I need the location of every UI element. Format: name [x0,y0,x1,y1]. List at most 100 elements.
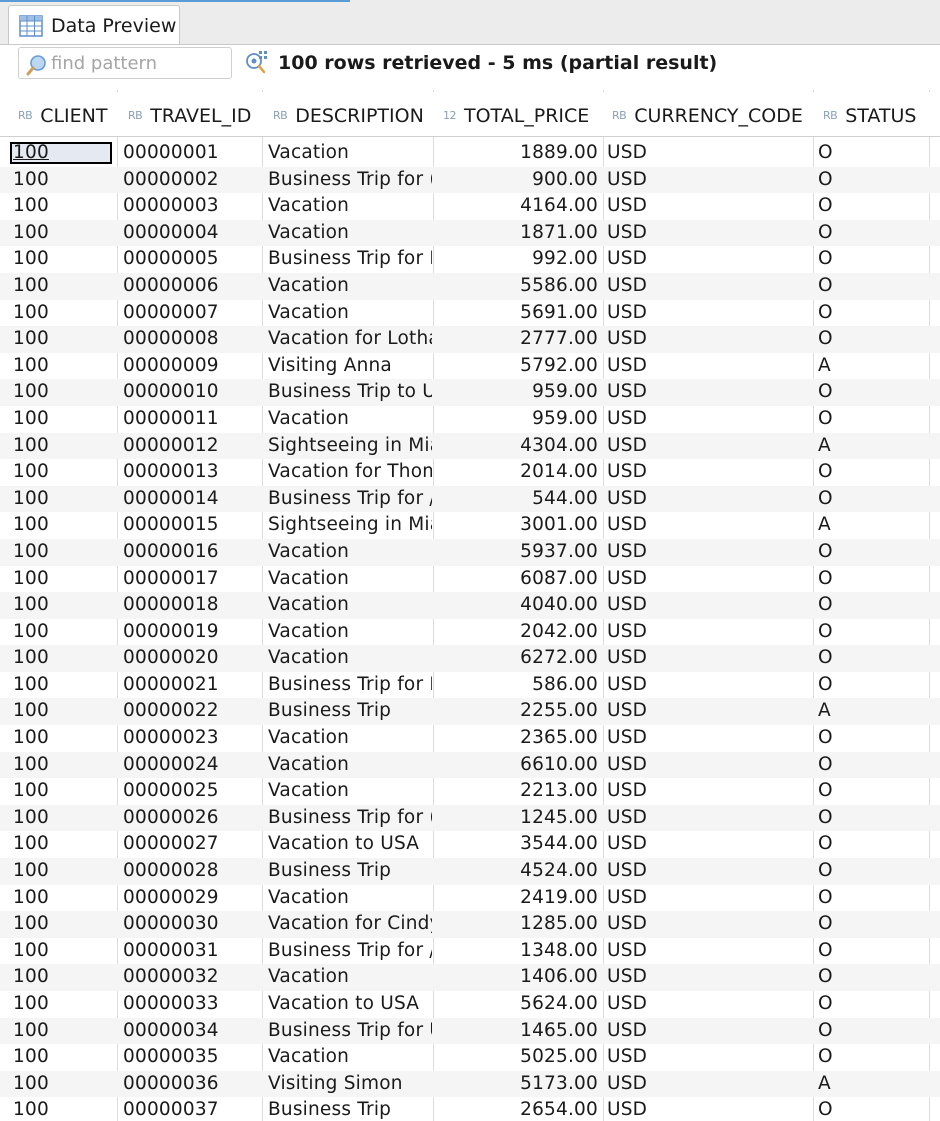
cell-client[interactable]: 100 [13,1097,113,1121]
cell-currency-code[interactable]: USD [607,885,812,912]
cell-currency-code[interactable]: USD [607,167,812,194]
cell-travel-id[interactable]: 00000030 [123,911,261,938]
find-pattern-field[interactable] [18,47,232,79]
cell-travel-id[interactable]: 00000016 [123,539,261,566]
cell-currency-code[interactable]: USD [607,459,812,486]
cell-total-price[interactable]: 1285.00 [440,911,598,938]
cell-status[interactable]: A [818,512,928,539]
cell-client[interactable]: 100 [13,805,113,832]
table-row[interactable]: 100 00000012 Sightseeing in Mia 4304.00 USD A [0,432,940,460]
cell-currency-code[interactable]: USD [607,300,812,327]
cell-currency-code[interactable]: USD [607,1018,812,1045]
cell-currency-code[interactable]: USD [607,991,812,1018]
cell-travel-id[interactable]: 00000024 [123,752,261,779]
cell-currency-code[interactable]: USD [607,406,812,433]
cell-status[interactable]: O [818,140,928,167]
cell-total-price[interactable]: 4524.00 [440,858,598,885]
cell-description[interactable]: Vacation [268,300,432,327]
cell-status[interactable]: O [818,911,928,938]
cell-client[interactable]: 100 [13,193,113,220]
cell-travel-id[interactable]: 00000005 [123,246,261,273]
cell-status[interactable]: O [818,805,928,832]
cell-currency-code[interactable]: USD [607,273,812,300]
cell-description[interactable]: Visiting Simon [268,1071,432,1098]
cell-total-price[interactable]: 1889.00 [440,140,598,167]
cell-client[interactable]: 100 [13,778,113,805]
cell-travel-id[interactable]: 00000012 [123,433,261,460]
cell-total-price[interactable]: 2419.00 [440,885,598,912]
cell-client[interactable]: 100 [13,220,113,247]
cell-client[interactable]: 100 [13,406,113,433]
cell-travel-id[interactable]: 00000034 [123,1018,261,1045]
cell-description[interactable]: Vacation [268,725,432,752]
cell-total-price[interactable]: 959.00 [440,379,598,406]
cell-currency-code[interactable]: USD [607,193,812,220]
cell-total-price[interactable]: 2654.00 [440,1097,598,1121]
cell-currency-code[interactable]: USD [607,353,812,380]
tab-data-preview[interactable]: Data Preview [8,5,180,44]
cell-client[interactable]: 100 [13,619,113,646]
cell-client[interactable]: 100 [13,539,113,566]
cell-client[interactable]: 100 [13,459,113,486]
cell-currency-code[interactable]: USD [607,725,812,752]
cell-travel-id[interactable]: 00000026 [123,805,261,832]
cell-total-price[interactable]: 6272.00 [440,645,598,672]
cell-description[interactable]: Business Trip [268,858,432,885]
table-row[interactable]: 100 00000031 Business Trip for / 1348.00 USD… [0,938,940,965]
cell-status[interactable]: O [818,486,928,513]
cell-client[interactable]: 100 [13,858,113,885]
cell-status[interactable]: O [818,1097,928,1121]
cell-currency-code[interactable]: USD [607,246,812,273]
cell-total-price[interactable]: 1245.00 [440,805,598,832]
cell-total-price[interactable]: 586.00 [440,672,598,699]
cell-currency-code[interactable]: USD [607,698,812,725]
table-row[interactable]: 100 00000010 Business Trip to U 959.00 USD O [0,379,940,406]
table-row[interactable]: 100 00000017 Vacation 6087.00 USD O [0,566,940,593]
cell-description[interactable]: Business Trip for ( [268,805,432,832]
cell-currency-code[interactable]: USD [607,1071,812,1098]
cell-description[interactable]: Vacation [268,619,432,646]
cell-client[interactable]: 100 [13,1018,113,1045]
cell-travel-id[interactable]: 00000018 [123,592,261,619]
cell-currency-code[interactable]: USD [607,778,812,805]
cell-currency-code[interactable]: USD [607,858,812,885]
cell-client[interactable]: 100 [13,512,113,539]
table-row[interactable]: 100 00000033 Vacation to USA 5624.00 USD O [0,991,940,1018]
cell-status[interactable]: O [818,246,928,273]
cell-description[interactable]: Business Trip to U [268,379,432,406]
cell-currency-code[interactable]: USD [607,1044,812,1071]
cell-travel-id[interactable]: 00000033 [123,991,261,1018]
table-row[interactable]: 100 00000027 Vacation to USA 3544.00 USD O [0,831,940,858]
table-row[interactable]: 100 00000019 Vacation 2042.00 USD O [0,619,940,646]
cell-currency-code[interactable]: USD [607,433,812,460]
cell-client[interactable]: 100 [13,911,113,938]
cell-description[interactable]: Business Trip for I [268,672,432,699]
cell-total-price[interactable]: 6087.00 [440,566,598,593]
cell-total-price[interactable]: 5624.00 [440,991,598,1018]
cell-description[interactable]: Vacation [268,752,432,779]
cell-travel-id[interactable]: 00000031 [123,938,261,965]
cell-total-price[interactable]: 5025.00 [440,1044,598,1071]
cell-currency-code[interactable]: USD [607,592,812,619]
cell-travel-id[interactable]: 00000010 [123,379,261,406]
cell-currency-code[interactable]: USD [607,1097,812,1121]
table-row[interactable]: 100 00000032 Vacation 1406.00 USD O [0,964,940,991]
cell-status[interactable]: O [818,193,928,220]
cell-status[interactable]: O [818,273,928,300]
cell-total-price[interactable]: 3544.00 [440,831,598,858]
cell-status[interactable]: O [818,406,928,433]
cell-description[interactable]: Vacation [268,592,432,619]
cell-description[interactable]: Vacation for Thom [268,459,432,486]
cell-status[interactable]: O [818,831,928,858]
cell-total-price[interactable]: 4304.00 [440,433,598,460]
cell-client[interactable]: 100 [13,938,113,965]
cell-travel-id[interactable]: 00000003 [123,193,261,220]
cell-description[interactable]: Visiting Anna [268,353,432,380]
cell-client[interactable]: 100 [13,725,113,752]
cell-total-price[interactable]: 5173.00 [440,1071,598,1098]
cell-total-price[interactable]: 2777.00 [440,326,598,353]
cell-description[interactable]: Vacation [268,964,432,991]
cell-total-price[interactable]: 5586.00 [440,273,598,300]
cell-travel-id[interactable]: 00000029 [123,885,261,912]
cell-client[interactable]: 100 [13,140,113,167]
